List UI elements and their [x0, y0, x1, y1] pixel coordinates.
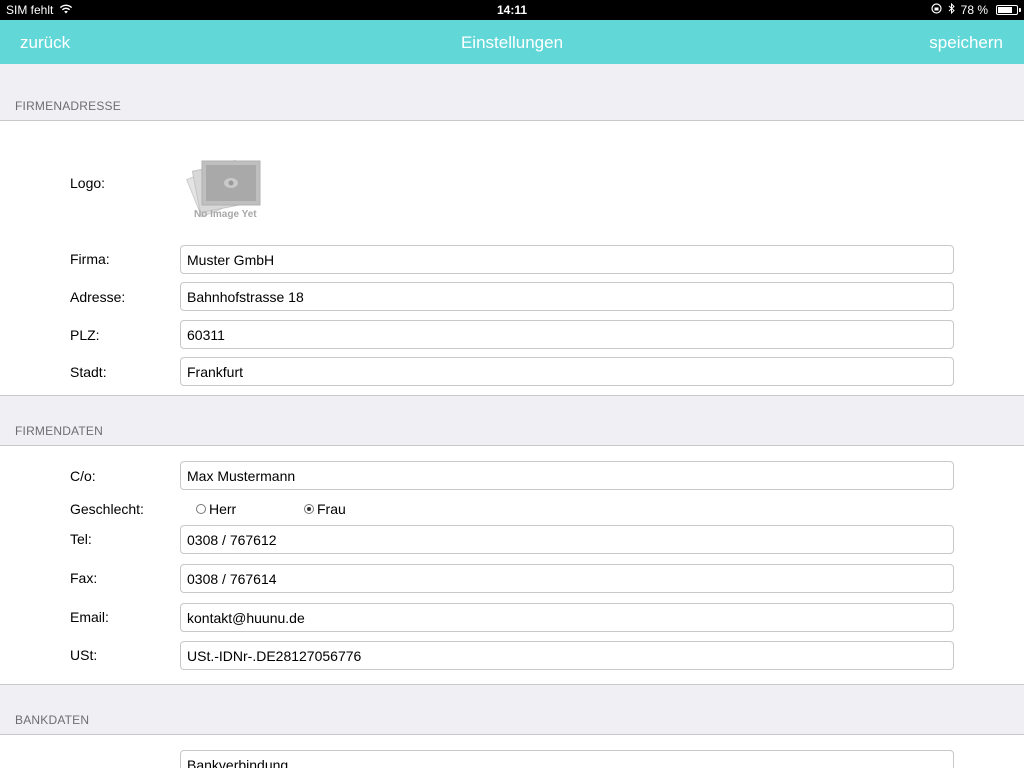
battery-percent: 78 % [960, 3, 988, 17]
radio-frau-label: Frau [317, 501, 346, 517]
plz-field[interactable] [180, 320, 954, 349]
radio-herr-label: Herr [209, 501, 237, 517]
fax-label: Fax: [70, 570, 98, 586]
logo-label: Logo: [70, 175, 106, 191]
co-field[interactable] [180, 461, 954, 490]
plz-label: PLZ: [70, 327, 100, 343]
stadt-label: Stadt: [70, 364, 107, 380]
radio-frau[interactable]: Frau [304, 501, 346, 517]
fax-field[interactable] [180, 564, 954, 593]
section-header-firmendaten: FIRMENDATEN [15, 424, 103, 438]
radio-herr-indicator[interactable] [196, 504, 206, 514]
page-title: Einstellungen [460, 33, 564, 52]
stadt-field[interactable] [180, 357, 954, 386]
ust-field[interactable] [180, 641, 954, 670]
battery-level-fill [998, 7, 1013, 13]
bluetooth-icon [948, 2, 955, 17]
section-bankdaten [0, 734, 1024, 768]
logo-image-placeholder[interactable]: No Image Yet [182, 147, 277, 225]
navigation-bar: zurück Einstellungen speichern [0, 20, 1024, 64]
status-bar: SIM fehlt 14:11 78 % [0, 0, 1024, 20]
geschlecht-radio-group: Herr Frau [196, 501, 346, 517]
status-time: 14:11 [496, 3, 528, 17]
ust-label: USt: [70, 647, 98, 663]
battery-icon [996, 5, 1021, 15]
firma-field[interactable] [180, 245, 954, 274]
logo-placeholder-text: No Image Yet [194, 209, 257, 220]
adresse-label: Adresse: [70, 289, 126, 305]
firma-label: Firma: [70, 251, 110, 267]
section-firmenadresse: Logo: No Image Yet Firma: Adresse: PLZ: … [0, 120, 1024, 396]
co-label: C/o: [70, 468, 96, 484]
status-right: 78 % [931, 2, 1021, 17]
section-header-firmenadresse: FIRMENADRESSE [15, 99, 121, 113]
section-firmendaten: C/o: Geschlecht: Herr Frau Tel: Fax: Ema… [0, 445, 1024, 685]
email-label: Email: [70, 609, 109, 625]
save-button[interactable]: speichern [929, 33, 1003, 53]
section-header-bankdaten: BANKDATEN [15, 713, 90, 727]
radio-herr[interactable]: Herr [196, 501, 304, 517]
geschlecht-label: Geschlecht: [70, 501, 144, 517]
radio-frau-indicator[interactable] [304, 504, 314, 514]
email-field[interactable] [180, 603, 954, 632]
tel-field[interactable] [180, 525, 954, 554]
orientation-lock-icon [931, 3, 942, 17]
tel-label: Tel: [70, 531, 92, 547]
bankverbindung-field[interactable] [180, 750, 954, 768]
adresse-field[interactable] [180, 282, 954, 311]
